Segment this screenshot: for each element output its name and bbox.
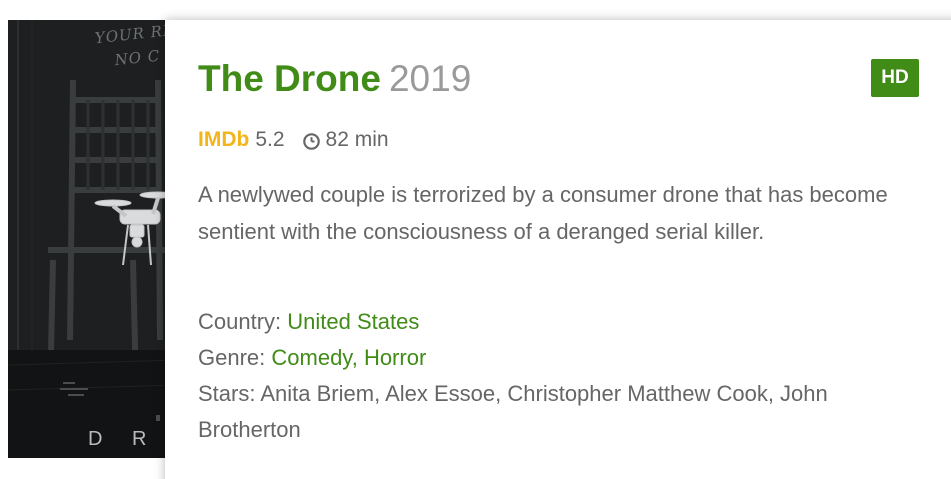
quality-badge: HD	[871, 59, 919, 97]
movie-poster[interactable]: YOUR RE NO C D R	[8, 20, 178, 458]
movie-year: 2019	[388, 58, 472, 99]
clock-icon	[302, 132, 320, 150]
movie-preview: YOUR RE NO C D R The Drone 2019 HD IMDb 5…	[0, 0, 951, 479]
genre-separator: ,	[351, 345, 358, 370]
genre-link-comedy[interactable]: Comedy	[271, 345, 351, 370]
poster-artwork	[8, 20, 178, 458]
stars-row: Stars: Anita Briem, Alex Essoe, Christop…	[198, 376, 918, 448]
country-label: Country:	[198, 309, 282, 334]
imdb-rating: 5.2	[255, 128, 285, 151]
duration: 82 min	[325, 128, 389, 151]
country-link[interactable]: United States	[287, 309, 419, 334]
genre-label: Genre:	[198, 345, 266, 370]
title-row: The Drone 2019	[198, 58, 471, 100]
genre-row: Genre: Comedy, Horror	[198, 340, 918, 376]
imdb-label: IMDb	[198, 128, 250, 151]
stars-list: Anita Briem, Alex Essoe, Christopher Mat…	[198, 381, 828, 442]
country-row: Country: United States	[198, 304, 918, 340]
movie-details: Country: United States Genre: Comedy, Ho…	[198, 304, 918, 448]
meta-row: IMDb 5.2 82 min	[198, 128, 389, 152]
genre-link-horror[interactable]: Horror	[364, 345, 426, 370]
poster-title: D R	[88, 428, 159, 450]
movie-title[interactable]: The Drone	[198, 58, 381, 99]
movie-info-card: The Drone 2019 HD IMDb 5.2 82 min A newly…	[165, 20, 951, 479]
movie-description: A newlywed couple is terrorized by a con…	[198, 182, 888, 244]
stars-label: Stars:	[198, 381, 256, 406]
